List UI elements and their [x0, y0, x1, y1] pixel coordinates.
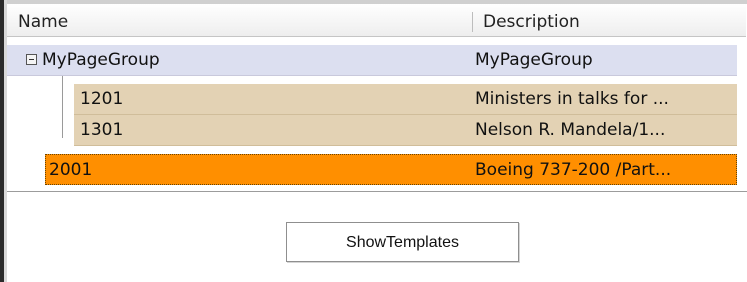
group-description: MyPageGroup [475, 50, 593, 70]
description-column-header[interactable]: Description [483, 12, 580, 32]
selected-tree-row[interactable]: 2001 Boeing 737-200 /Part... [45, 154, 737, 185]
child-name: 1301 [80, 120, 124, 140]
tree-connector-line [62, 76, 63, 138]
child-description: Nelson R. Mandela/1... [475, 120, 666, 140]
panel-divider [7, 191, 747, 192]
child-description: Ministers in talks for ... [475, 89, 669, 109]
collapse-icon[interactable] [26, 54, 37, 65]
tree-child-row[interactable]: 1301 Nelson R. Mandela/1... [74, 115, 737, 146]
column-divider[interactable] [472, 12, 473, 32]
selected-name: 2001 [49, 160, 93, 180]
tree-child-row[interactable]: 1201 Ministers in talks for ... [74, 84, 737, 115]
tree-group-row[interactable]: MyPageGroup MyPageGroup [7, 45, 737, 76]
selected-description: Boeing 737-200 /Part... [475, 160, 672, 180]
child-name: 1201 [80, 89, 124, 109]
column-header: Name Description [7, 4, 746, 37]
group-name: MyPageGroup [42, 50, 160, 70]
name-column-header[interactable]: Name [18, 12, 68, 32]
show-templates-button[interactable]: ShowTemplates [286, 222, 519, 262]
